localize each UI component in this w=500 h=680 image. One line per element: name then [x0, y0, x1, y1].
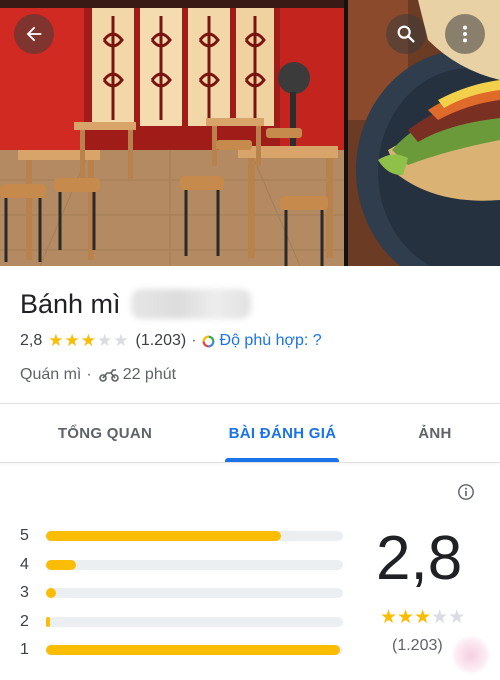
redacted-name-blur	[130, 289, 251, 319]
tab-bar: TỔNG QUAN BÀI ĐÁNH GIÁ ẢNH	[0, 404, 500, 462]
histogram-bar-track	[46, 645, 343, 656]
star-filled-icon: ★	[380, 607, 398, 628]
back-button[interactable]	[14, 14, 54, 54]
histogram-row[interactable]: 4	[20, 551, 350, 580]
arrow-left-icon	[26, 26, 42, 42]
star-empty-icon: ★	[448, 607, 466, 628]
histogram-bar-track	[46, 559, 343, 570]
histogram-bar-track	[46, 588, 343, 599]
average-rating: 2,8	[376, 524, 463, 593]
photo-header	[0, 0, 500, 266]
histogram-bar-track	[46, 531, 343, 542]
histogram-star-label: 4	[20, 555, 29, 573]
star-empty-icon: ★	[431, 607, 449, 628]
blur-mark	[452, 636, 490, 674]
more-options-button[interactable]	[445, 14, 485, 54]
average-rating-stars: ★★★★★	[380, 606, 465, 629]
star-filled-icon: ★	[80, 331, 97, 350]
separator-dot: ·	[86, 366, 92, 383]
place-category: Quán mì	[20, 366, 82, 383]
star-filled-icon: ★	[64, 331, 81, 350]
place-name: Bánh mì	[20, 288, 121, 319]
histogram-bar-fill	[46, 531, 281, 542]
google-ring-icon	[202, 335, 214, 347]
more-vert-icon	[462, 25, 468, 43]
histogram-bar-fill	[46, 559, 76, 570]
total-review-count: (1.203)	[392, 637, 443, 654]
match-score-link[interactable]: Độ phù hợp: ?	[220, 332, 322, 350]
divider	[0, 462, 500, 463]
histogram-star-label: 3	[20, 584, 29, 602]
rating-stars: ★★★★★	[48, 331, 129, 351]
info-icon[interactable]	[457, 483, 475, 501]
histogram-row[interactable]: 3	[20, 579, 350, 608]
histogram-row[interactable]: 1	[20, 636, 350, 665]
star-filled-icon: ★	[414, 607, 432, 628]
separator-dot: ·	[191, 332, 197, 349]
tab-overview[interactable]: TỔNG QUAN	[20, 404, 190, 462]
place-title-row: Bánh mì	[20, 284, 251, 324]
search-icon	[397, 25, 415, 43]
rating-row[interactable]: 2,8 ★★★★★ (1.203) · Độ phù hợp: ?	[20, 330, 322, 352]
star-empty-icon: ★	[113, 331, 130, 350]
meta-row: Quán mì · 22 phút	[20, 364, 176, 386]
histogram-bar-track	[46, 616, 343, 627]
review-count: (1.203)	[135, 332, 187, 349]
travel-time: 22 phút	[122, 366, 177, 383]
histogram-star-label: 1	[20, 641, 29, 659]
rating-histogram[interactable]: 5 4 3 2 1	[20, 522, 350, 665]
histogram-row[interactable]: 2	[20, 608, 350, 637]
star-filled-icon: ★	[48, 331, 65, 350]
histogram-bar-fill	[46, 645, 341, 656]
histogram-bar-fill	[46, 588, 57, 599]
star-filled-icon: ★	[397, 607, 415, 628]
tab-reviews[interactable]: BÀI ĐÁNH GIÁ	[210, 404, 355, 462]
tab-photos[interactable]: ẢNH	[385, 404, 485, 462]
star-empty-icon: ★	[97, 331, 114, 350]
histogram-row[interactable]: 5	[20, 522, 350, 551]
rating-value: 2,8	[20, 332, 43, 349]
histogram-star-label: 5	[20, 527, 29, 545]
search-button[interactable]	[386, 14, 426, 54]
histogram-bar-fill	[46, 616, 50, 627]
histogram-star-label: 2	[20, 612, 29, 630]
motorbike-icon	[98, 369, 119, 382]
